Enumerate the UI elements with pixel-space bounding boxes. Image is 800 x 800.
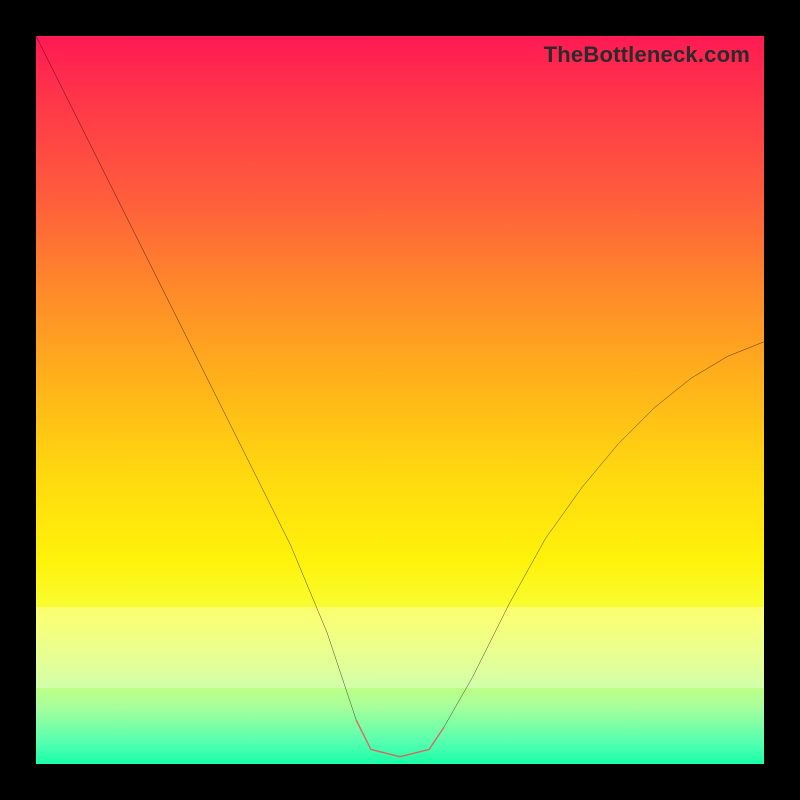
curve-layer xyxy=(36,36,764,764)
highlight-segment xyxy=(356,720,443,756)
chart-frame: TheBottleneck.com xyxy=(0,0,800,800)
main-curve xyxy=(36,36,764,757)
watermark-text: TheBottleneck.com xyxy=(544,42,750,68)
plot-area: TheBottleneck.com xyxy=(36,36,764,764)
